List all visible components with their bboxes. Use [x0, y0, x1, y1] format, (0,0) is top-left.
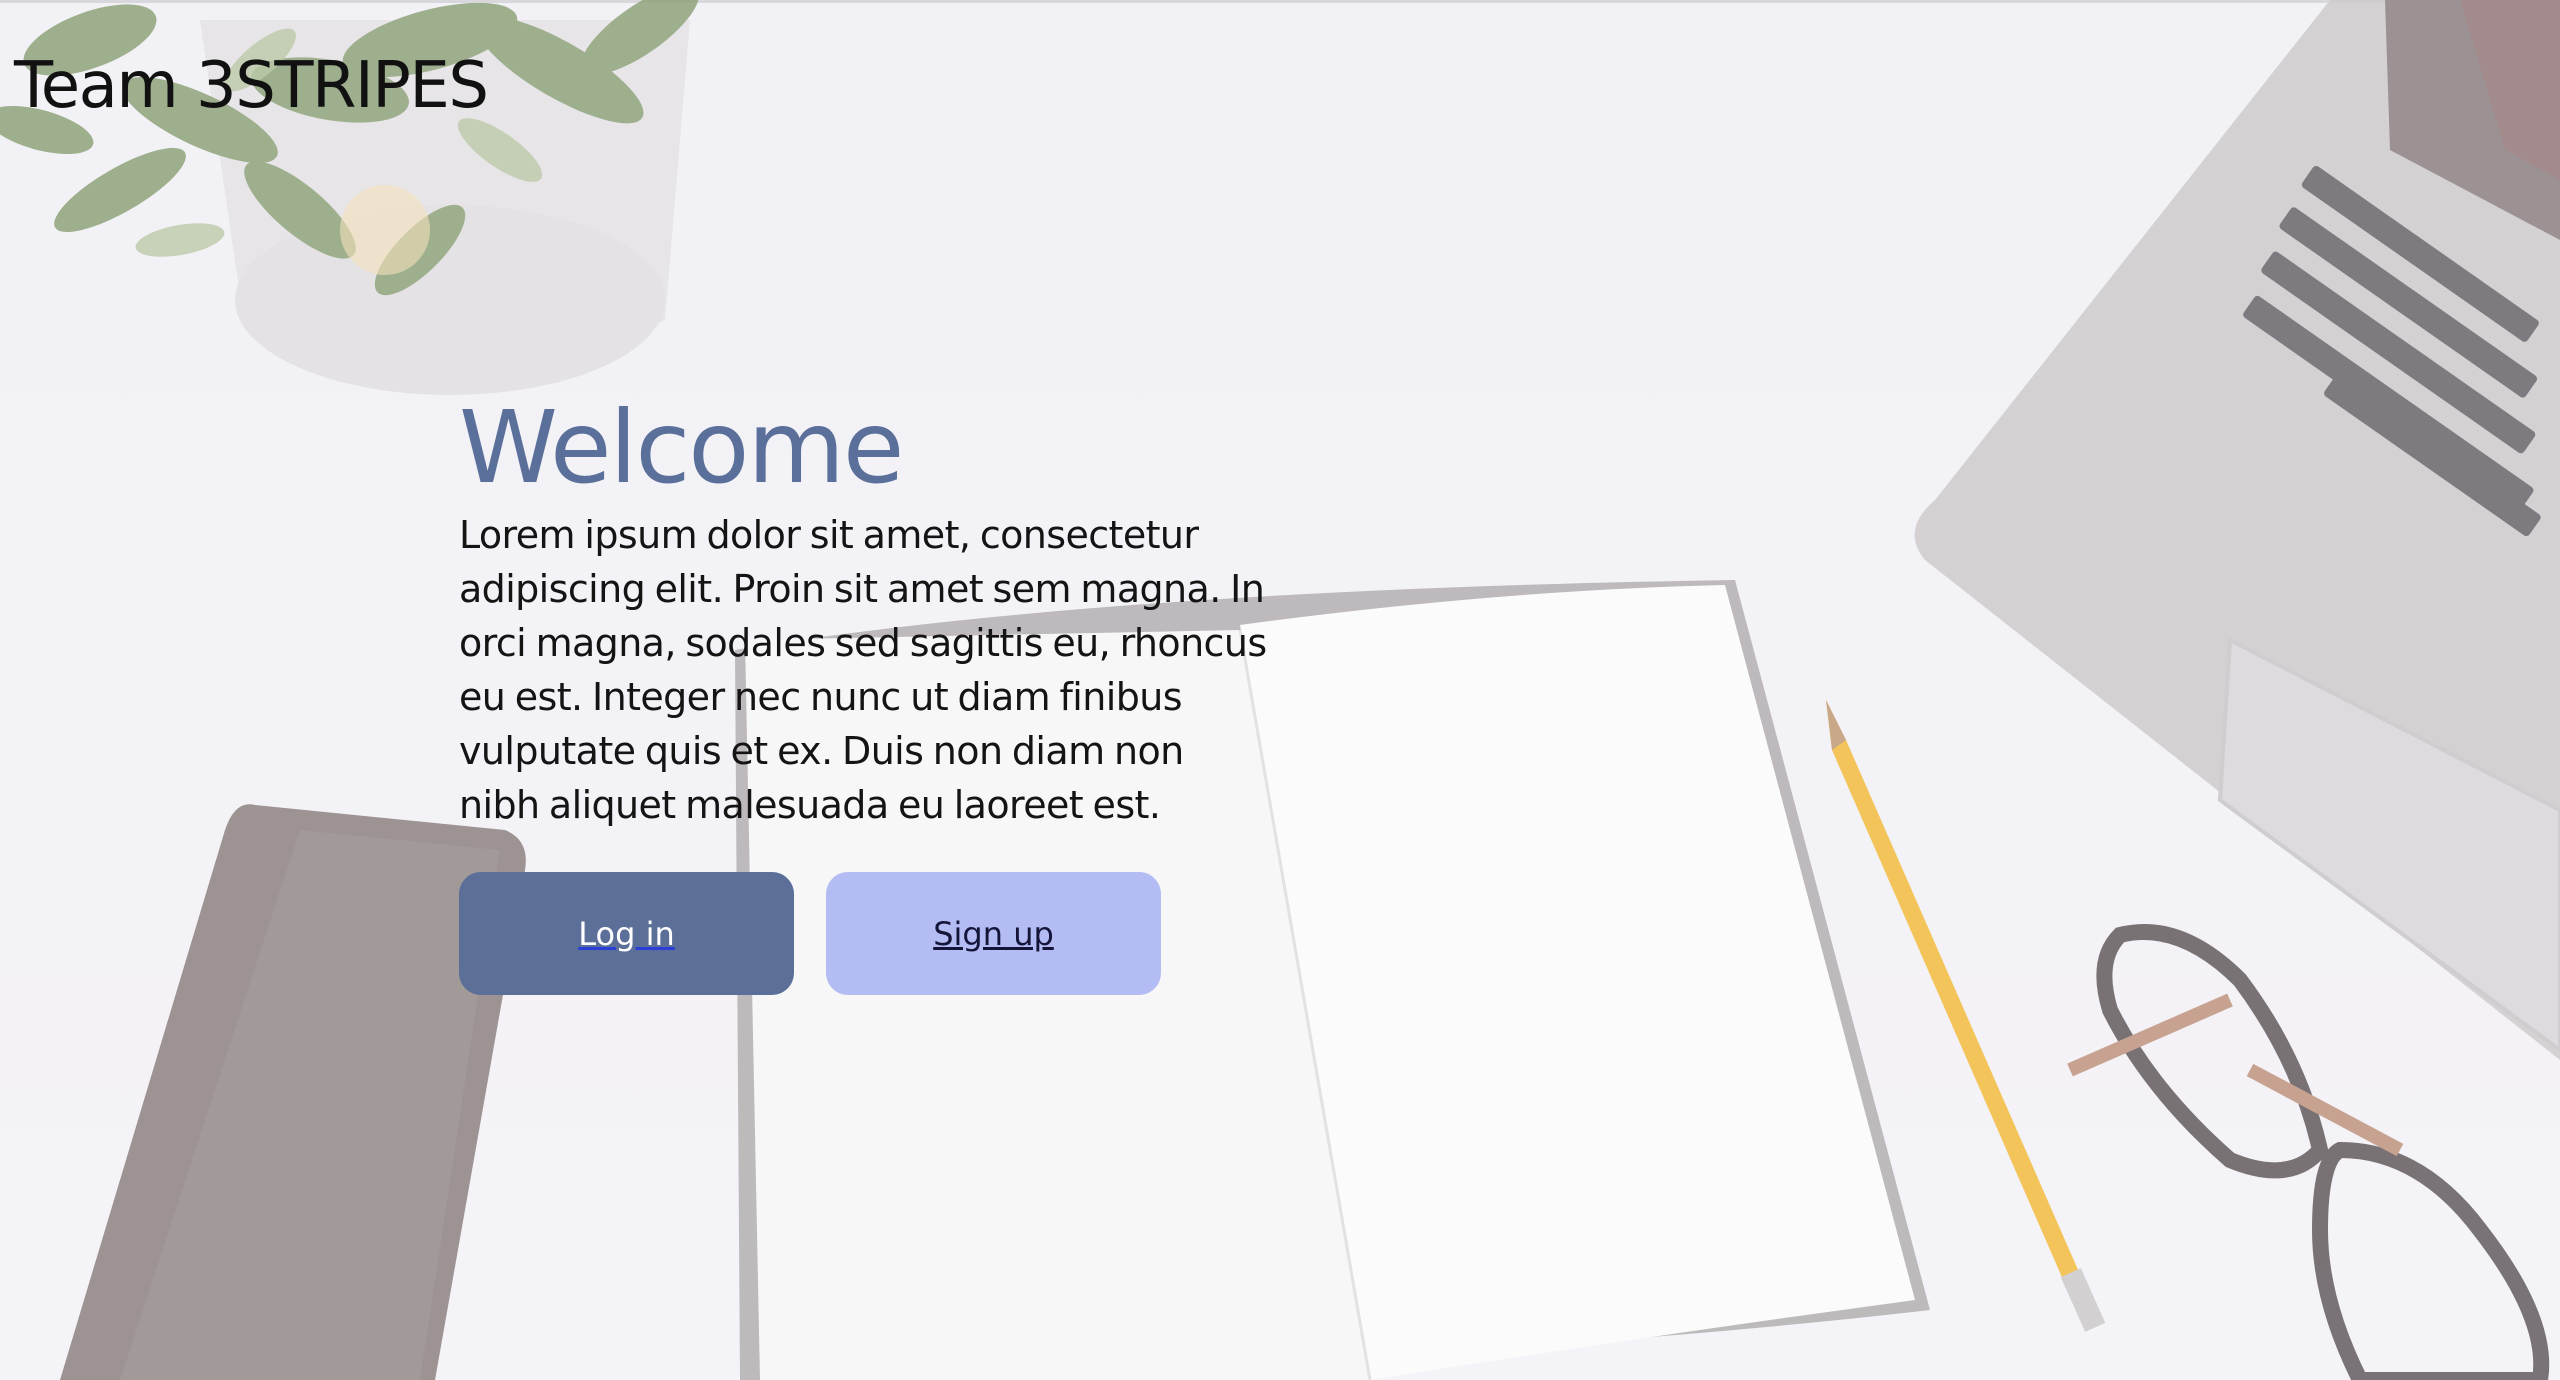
- welcome-heading: Welcome: [459, 389, 904, 506]
- auth-buttons: Log in Sign up: [459, 872, 1161, 995]
- glasses-decoration: [2067, 924, 2550, 1380]
- login-button[interactable]: Log in: [459, 872, 794, 995]
- brand-title: Team 3STRIPES: [14, 49, 489, 123]
- signup-button-label: Sign up: [933, 914, 1054, 953]
- welcome-paragraph: Lorem ipsum dolor sit amet, consectetur …: [459, 513, 1267, 827]
- landing-page: Team 3STRIPES Welcome Lorem ipsum dolor …: [0, 0, 2560, 1380]
- laptop-decoration: [1914, 0, 2560, 1060]
- hero-section: Welcome Lorem ipsum dolor sit amet, cons…: [459, 388, 1267, 832]
- login-button-label: Log in: [578, 914, 675, 953]
- background-desk-image: [0, 0, 2560, 1380]
- phone-decoration: [60, 804, 526, 1380]
- signup-button[interactable]: Sign up: [826, 872, 1161, 995]
